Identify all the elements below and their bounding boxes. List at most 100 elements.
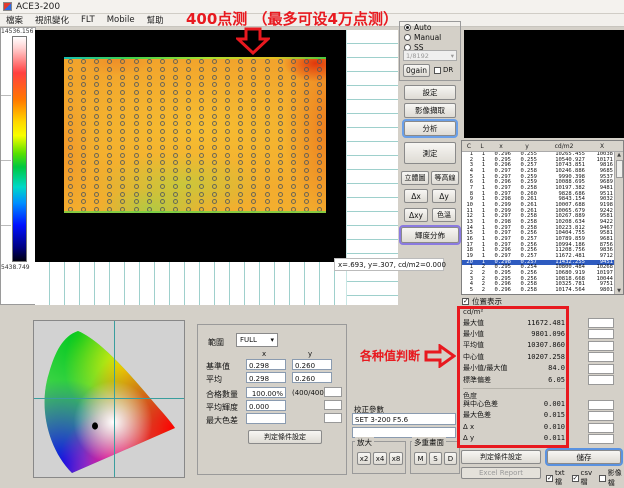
zoom-x8-button[interactable]: x8 bbox=[389, 452, 403, 465]
gain-button[interactable]: 0gain bbox=[403, 64, 430, 77]
reference-y-field[interactable]: 0.260 bbox=[292, 359, 332, 370]
range-select[interactable]: FULL ▾ bbox=[236, 333, 278, 347]
multi-D-button[interactable]: D bbox=[444, 452, 457, 465]
result-slot bbox=[588, 434, 614, 444]
color-temp-button[interactable]: 色溫 bbox=[432, 208, 456, 222]
measure-point bbox=[225, 67, 230, 72]
shutter-select[interactable]: 1/8192 ▾ bbox=[403, 50, 457, 61]
heatmap-image[interactable] bbox=[64, 57, 326, 213]
menu-item-1[interactable]: 視訊變化 bbox=[35, 14, 69, 26]
measure-point bbox=[291, 59, 296, 64]
zoom-x4-button[interactable]: x4 bbox=[373, 452, 387, 465]
measure-point bbox=[225, 82, 230, 87]
scroll-up-icon[interactable]: ▲ bbox=[615, 152, 623, 158]
result-slot bbox=[588, 411, 614, 421]
table-col-cd/m2[interactable]: cd/m2 bbox=[540, 141, 588, 151]
calibration-set-field[interactable]: SET 3-200 F5.6 bbox=[352, 413, 456, 425]
measure-point bbox=[304, 106, 309, 111]
view-3d-button[interactable]: 立體圖 bbox=[401, 171, 429, 185]
measure-point bbox=[81, 121, 86, 126]
multi-M-button[interactable]: M bbox=[414, 452, 427, 465]
table-scrollbar[interactable]: ▲ ▼ bbox=[614, 152, 623, 294]
image-capture-button[interactable]: 影像擷取 bbox=[404, 103, 456, 118]
delta-xy-button[interactable]: Δxy bbox=[404, 208, 428, 222]
excel-report-button[interactable]: Excel Report bbox=[461, 467, 541, 479]
measure-point bbox=[107, 114, 112, 119]
measure-point bbox=[81, 176, 86, 181]
radio-manual[interactable]: Manual bbox=[404, 33, 460, 42]
table-col-X[interactable]: X bbox=[588, 141, 616, 151]
annotation-right-arrow bbox=[424, 344, 456, 368]
luminance-distribution-button[interactable]: 輝度分佈 bbox=[401, 227, 459, 243]
measure-point bbox=[120, 114, 125, 119]
table-col-x[interactable]: x bbox=[488, 141, 514, 151]
judge-condition-button[interactable]: 判定條件設定 bbox=[461, 450, 541, 464]
result-slot bbox=[588, 400, 614, 410]
measure-point bbox=[265, 184, 270, 189]
measure-point bbox=[81, 168, 86, 173]
multi-S-button[interactable]: S bbox=[429, 452, 442, 465]
measure-point bbox=[107, 153, 112, 158]
radio-auto[interactable]: Auto bbox=[404, 23, 460, 32]
menu-item-3[interactable]: Mobile bbox=[107, 15, 135, 25]
measure-point bbox=[278, 98, 283, 103]
dr-checkbox[interactable]: DR bbox=[434, 66, 453, 74]
measure-point bbox=[199, 168, 204, 173]
measure-button[interactable]: 測定 bbox=[404, 142, 456, 164]
measure-point bbox=[251, 160, 256, 165]
table-col-y[interactable]: y bbox=[514, 141, 540, 151]
menu-item-4[interactable]: 幫助 bbox=[147, 14, 164, 26]
measurement-table[interactable]: CLxycd/m2X 110.2960.25510265.45510038210… bbox=[461, 140, 624, 295]
table-col-L[interactable]: L bbox=[476, 141, 488, 151]
measure-point bbox=[317, 82, 322, 87]
average-x-field[interactable]: 0.298 bbox=[246, 372, 286, 383]
measure-point bbox=[199, 129, 204, 134]
measure-point bbox=[251, 90, 256, 95]
save-button[interactable]: 儲存 bbox=[547, 450, 621, 464]
measure-point bbox=[81, 82, 86, 87]
menu-item-0[interactable]: 檔案 bbox=[6, 14, 23, 26]
file-check-影像檔[interactable]: 影像檔 bbox=[599, 468, 624, 488]
delta-x-button[interactable]: Δx bbox=[404, 189, 428, 203]
scrollbar-thumb[interactable] bbox=[616, 160, 623, 178]
cie-chromaticity-diagram[interactable] bbox=[33, 320, 185, 478]
heatmap-display[interactable] bbox=[35, 30, 346, 262]
table-body[interactable]: 110.2960.25510265.45510038210.2950.25510… bbox=[462, 152, 623, 294]
zoom-x2-button[interactable]: x2 bbox=[357, 452, 371, 465]
measure-point bbox=[107, 98, 112, 103]
measure-point bbox=[160, 145, 165, 150]
measure-point bbox=[94, 207, 99, 212]
contour-button[interactable]: 等高線 bbox=[431, 171, 459, 185]
measure-point bbox=[238, 75, 243, 80]
multi-screen-label: 多重畫面 bbox=[412, 437, 446, 448]
pass-percent-field[interactable]: 100.00% bbox=[246, 387, 286, 398]
measure-point bbox=[68, 98, 73, 103]
delta-y-button[interactable]: Δy bbox=[432, 189, 456, 203]
avg-luminance-field[interactable]: 0.000 bbox=[246, 400, 286, 411]
colorbar-tick bbox=[1, 225, 11, 226]
menu-item-2[interactable]: FLT bbox=[81, 15, 95, 25]
table-header: CLxycd/m2X bbox=[462, 141, 623, 152]
measure-point bbox=[212, 82, 217, 87]
result-slot bbox=[588, 423, 614, 433]
measure-point bbox=[265, 114, 270, 119]
table-row[interactable]: 520.2960.25810174.5649801 bbox=[462, 288, 623, 294]
average-y-field[interactable]: 0.260 bbox=[292, 372, 332, 383]
measure-point bbox=[173, 98, 178, 103]
file-check-txt檔[interactable]: txt檔 bbox=[546, 469, 568, 487]
measure-point bbox=[68, 192, 73, 197]
checkbox-icon bbox=[572, 475, 579, 482]
measure-point bbox=[304, 67, 309, 72]
scroll-down-icon[interactable]: ▼ bbox=[615, 288, 623, 294]
settings-button[interactable]: 設定 bbox=[404, 85, 456, 100]
max-color-diff-field[interactable] bbox=[246, 413, 286, 424]
checkbox-icon bbox=[434, 67, 441, 74]
file-check-csv檔[interactable]: csv檔 bbox=[572, 469, 595, 487]
annotation-top-text: 400点测 （最多可设4万点测） bbox=[186, 8, 398, 29]
measure-point bbox=[68, 75, 73, 80]
measure-point bbox=[225, 90, 230, 95]
panel-judge-condition-button[interactable]: 判定條件設定 bbox=[248, 430, 322, 444]
table-col-C[interactable]: C bbox=[462, 141, 476, 151]
reference-x-field[interactable]: 0.298 bbox=[246, 359, 286, 370]
analyze-button[interactable]: 分析 bbox=[404, 121, 456, 136]
